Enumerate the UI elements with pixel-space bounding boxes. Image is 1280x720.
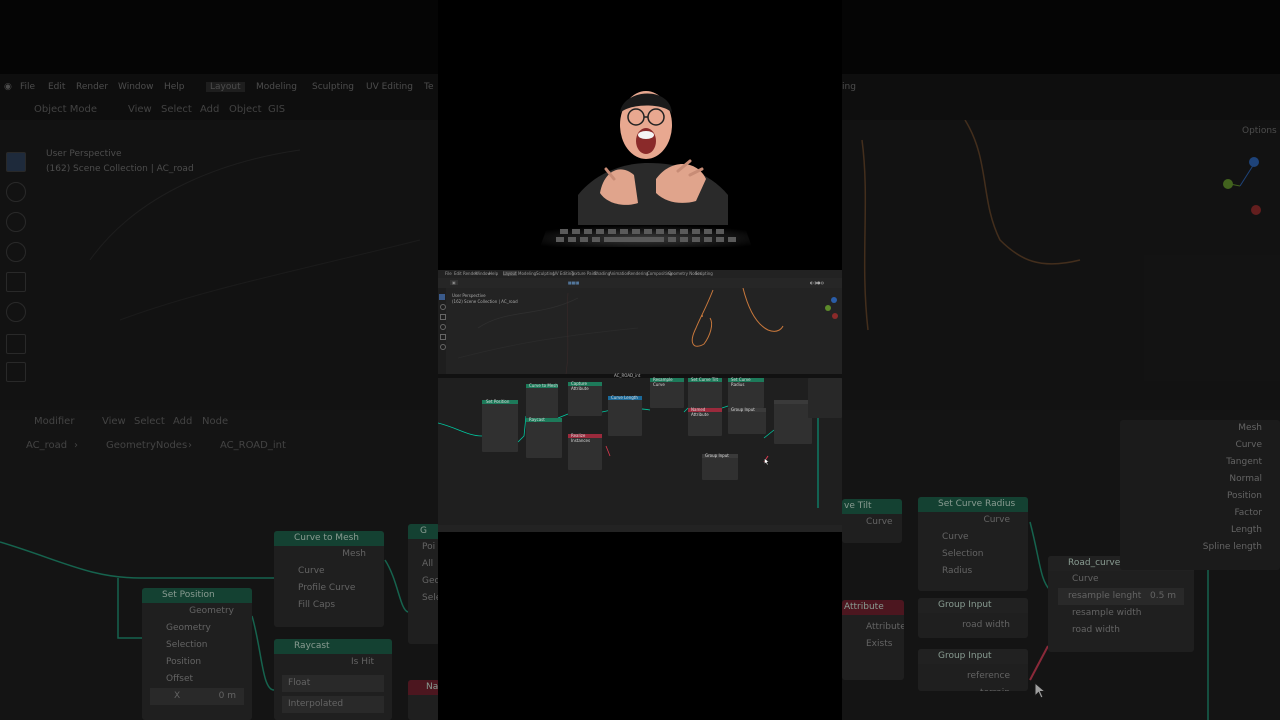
shot-node-resample-curve[interactable]: Resample Curve [650,377,684,408]
shot-viewport-curves [438,288,838,374]
shot-node-editor[interactable]: Set Position Curve to Mesh Raycast Captu… [438,377,842,528]
shot-status-bar [438,525,842,532]
center-blender-screenshot[interactable]: File Edit Render Window Help Layout Mode… [438,270,842,532]
shot-left-toolbar [438,294,446,374]
shot-node-raycast[interactable]: Raycast [526,417,562,458]
shot-node-realize-instances[interactable]: Realize Instances [568,433,602,470]
center-column: File Edit Render Window Help Layout Mode… [438,0,842,720]
shot-node-capture-attribute[interactable]: Capture Attribute [568,381,602,416]
webcam-overlay [538,75,754,255]
shot-tool-bar: ▣ ▦▦▦ ◐◑●◍ [438,278,842,288]
shot-node-set-curve-radius[interactable]: Set Curve Radius [728,377,764,408]
shot-viewport[interactable]: User Perspective (162) Scene Collection … [438,288,842,374]
shot-node-curve-length[interactable]: Curve Length [608,395,642,436]
shot-node-curve-to-mesh[interactable]: Curve to Mesh [526,383,558,418]
shot-node-group-input[interactable]: Group Input [728,407,766,434]
shot-node-set-position[interactable]: Set Position [482,399,518,452]
shot-node-group-input-2[interactable]: Group Input [702,453,738,480]
bottom-black-area [438,532,842,720]
shot-node-named-attribute[interactable]: Named Attribute [688,407,722,436]
shot-node-group-output[interactable] [808,378,842,418]
shot-node-road-curve[interactable] [774,400,812,444]
shot-menu-bar: File Edit Render Window Help Layout Mode… [438,270,842,278]
shot-mouse-cursor-icon [764,458,770,466]
